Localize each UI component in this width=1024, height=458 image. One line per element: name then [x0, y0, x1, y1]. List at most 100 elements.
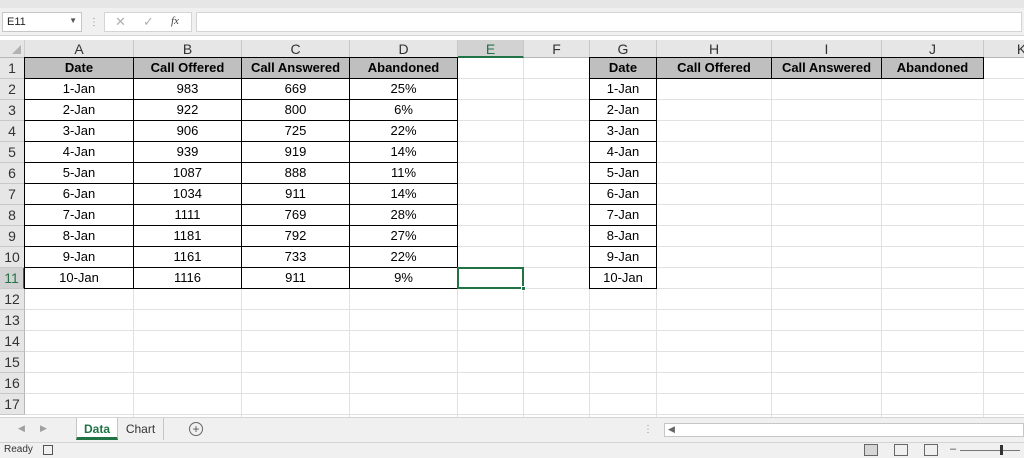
table1-data-cell[interactable]: 27%: [350, 226, 458, 247]
table2-date-cell[interactable]: 8-Jan: [589, 226, 657, 247]
table2-date-cell[interactable]: 4-Jan: [589, 142, 657, 163]
tab-chart[interactable]: Chart: [118, 418, 164, 440]
table1-header-cell[interactable]: Call Offered: [134, 57, 242, 79]
table1-data-cell[interactable]: 9-Jan: [24, 247, 134, 268]
table2-date-cell[interactable]: 5-Jan: [589, 163, 657, 184]
column-header-h[interactable]: H: [657, 40, 772, 58]
enter-icon[interactable]: ✓: [143, 14, 154, 30]
zoom-out-icon[interactable]: –: [950, 443, 956, 455]
page-layout-view-icon[interactable]: [894, 444, 908, 456]
table2-date-cell[interactable]: 6-Jan: [589, 184, 657, 205]
row-header-2[interactable]: 2: [0, 79, 25, 100]
table1-data-cell[interactable]: 983: [134, 79, 242, 100]
table1-data-cell[interactable]: 1116: [134, 268, 242, 289]
row-header-16[interactable]: 16: [0, 373, 25, 394]
table1-data-cell[interactable]: 8-Jan: [24, 226, 134, 247]
scroll-left-arrow-icon[interactable]: ◀: [668, 424, 675, 435]
table1-data-cell[interactable]: 800: [242, 100, 350, 121]
table1-data-cell[interactable]: 769: [242, 205, 350, 226]
table1-data-cell[interactable]: 1111: [134, 205, 242, 226]
drag-handle-icon[interactable]: ⋮: [89, 17, 99, 28]
table1-data-cell[interactable]: 1087: [134, 163, 242, 184]
column-header-a[interactable]: A: [25, 40, 134, 58]
table1-data-cell[interactable]: 28%: [350, 205, 458, 226]
row-header-3[interactable]: 3: [0, 100, 25, 121]
table1-data-cell[interactable]: 2-Jan: [24, 100, 134, 121]
column-header-f[interactable]: F: [524, 40, 590, 58]
table1-data-cell[interactable]: 3-Jan: [24, 121, 134, 142]
table1-data-cell[interactable]: 14%: [350, 142, 458, 163]
row-header-7[interactable]: 7: [0, 184, 25, 205]
table1-data-cell[interactable]: 25%: [350, 79, 458, 100]
table1-data-cell[interactable]: 1181: [134, 226, 242, 247]
table1-data-cell[interactable]: 22%: [350, 121, 458, 142]
table2-date-cell[interactable]: 7-Jan: [589, 205, 657, 226]
row-header-4[interactable]: 4: [0, 121, 25, 142]
table1-data-cell[interactable]: 1034: [134, 184, 242, 205]
table1-data-cell[interactable]: 4-Jan: [24, 142, 134, 163]
table1-data-cell[interactable]: 888: [242, 163, 350, 184]
fill-handle[interactable]: [521, 286, 526, 291]
zoom-slider-thumb[interactable]: [1000, 445, 1003, 455]
table1-data-cell[interactable]: 1-Jan: [24, 79, 134, 100]
table1-data-cell[interactable]: 911: [242, 184, 350, 205]
page-break-view-icon[interactable]: [924, 444, 938, 456]
zoom-slider[interactable]: [960, 450, 1020, 451]
column-header-e[interactable]: E: [458, 40, 524, 58]
chevron-down-icon[interactable]: ▼: [69, 16, 77, 25]
table2-date-cell[interactable]: 2-Jan: [589, 100, 657, 121]
table2-date-cell[interactable]: 1-Jan: [589, 79, 657, 100]
table1-data-cell[interactable]: 906: [134, 121, 242, 142]
table1-data-cell[interactable]: 733: [242, 247, 350, 268]
formula-input[interactable]: [196, 12, 1022, 32]
table1-data-cell[interactable]: 725: [242, 121, 350, 142]
table1-data-cell[interactable]: 14%: [350, 184, 458, 205]
column-header-d[interactable]: D: [350, 40, 458, 58]
row-header-6[interactable]: 6: [0, 163, 25, 184]
name-box[interactable]: E11 ▼: [2, 12, 82, 32]
row-header-5[interactable]: 5: [0, 142, 25, 163]
macro-recording-icon[interactable]: [43, 445, 53, 455]
tab-data[interactable]: Data: [76, 418, 118, 440]
select-all-button[interactable]: [0, 40, 25, 58]
table2-date-cell[interactable]: 9-Jan: [589, 247, 657, 268]
table2-date-cell[interactable]: 10-Jan: [589, 268, 657, 289]
table1-header-cell[interactable]: Abandoned: [350, 57, 458, 79]
insert-function-icon[interactable]: fx: [171, 15, 179, 27]
table2-header-cell[interactable]: Call Offered: [657, 57, 772, 79]
scroll-left-icon[interactable]: ◀: [18, 423, 25, 434]
row-header-10[interactable]: 10: [0, 247, 25, 268]
table1-data-cell[interactable]: 911: [242, 268, 350, 289]
table1-data-cell[interactable]: 922: [134, 100, 242, 121]
row-header-14[interactable]: 14: [0, 331, 25, 352]
table1-header-cell[interactable]: Call Answered: [242, 57, 350, 79]
column-header-k[interactable]: K: [984, 40, 1024, 58]
table1-data-cell[interactable]: 6%: [350, 100, 458, 121]
column-header-c[interactable]: C: [242, 40, 350, 58]
table2-header-cell[interactable]: Call Answered: [772, 57, 882, 79]
add-sheet-icon[interactable]: +: [189, 422, 203, 436]
table2-date-cell[interactable]: 3-Jan: [589, 121, 657, 142]
row-header-11[interactable]: 11: [0, 268, 25, 289]
table1-header-cell[interactable]: Date: [24, 57, 134, 79]
normal-view-icon[interactable]: [864, 444, 878, 456]
table1-data-cell[interactable]: 7-Jan: [24, 205, 134, 226]
table1-data-cell[interactable]: 11%: [350, 163, 458, 184]
row-header-17[interactable]: 17: [0, 394, 25, 415]
active-cell-selection[interactable]: [457, 267, 526, 291]
column-header-j[interactable]: J: [882, 40, 984, 58]
column-header-g[interactable]: G: [590, 40, 657, 58]
table1-data-cell[interactable]: 669: [242, 79, 350, 100]
table1-data-cell[interactable]: 5-Jan: [24, 163, 134, 184]
worksheet-grid[interactable]: A B C D E F G H I J K 1 2 3 4 5 6 7 8 9 10 11 12 13 14 15 16 17 Date…: [0, 40, 1024, 417]
column-header-b[interactable]: B: [134, 40, 242, 58]
row-header-1[interactable]: 1: [0, 58, 25, 79]
row-header-8[interactable]: 8: [0, 205, 25, 226]
table2-header-cell[interactable]: Date: [589, 57, 657, 79]
horizontal-scrollbar[interactable]: ◀: [664, 423, 1024, 437]
row-header-9[interactable]: 9: [0, 226, 25, 247]
table1-data-cell[interactable]: 6-Jan: [24, 184, 134, 205]
table1-data-cell[interactable]: 9%: [350, 268, 458, 289]
table1-data-cell[interactable]: 1161: [134, 247, 242, 268]
scroll-right-icon[interactable]: ▶: [40, 423, 47, 434]
